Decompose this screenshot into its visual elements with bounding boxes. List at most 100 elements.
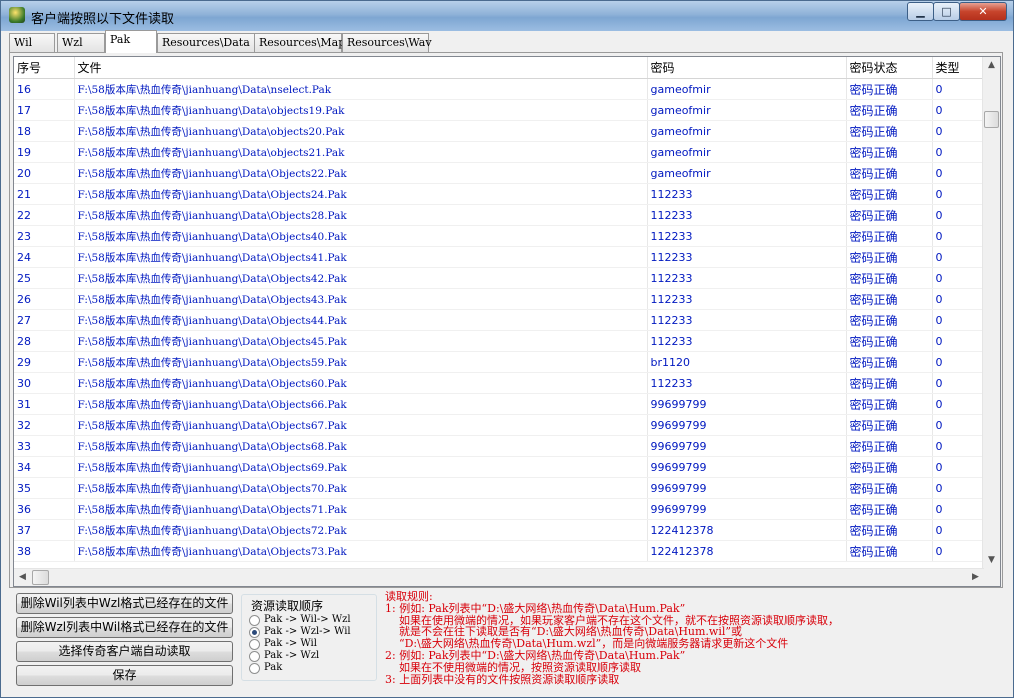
table-row[interactable]: 18 F:\58版本库\热血传奇\jianhuang\Data\objects20…: [14, 120, 985, 142]
cell-type: 0: [932, 267, 985, 289]
table-row[interactable]: 19 F:\58版本库\热血传奇\jianhuang\Data\objects21…: [14, 141, 985, 163]
scroll-right-icon[interactable]: ▶: [967, 569, 984, 586]
cell-file: F:\58版本库\热血传奇\jianhuang\Data\Objects70.P…: [74, 477, 648, 499]
cell-password: 112233: [647, 204, 847, 226]
cell-password: 112233: [647, 183, 847, 205]
cell-file: F:\58版本库\热血传奇\jianhuang\Data\Objects40.P…: [74, 225, 648, 247]
column-header-index[interactable]: 序号: [14, 57, 75, 79]
cell-password: 112233: [647, 288, 847, 310]
cell-index: 35: [14, 477, 75, 499]
table-row[interactable]: 24 F:\58版本库\热血传奇\jianhuang\Data\Objects41…: [14, 246, 985, 268]
cell-file: F:\58版本库\热血传奇\jianhuang\Data\Objects22.P…: [74, 162, 648, 184]
table-row[interactable]: 32 F:\58版本库\热血传奇\jianhuang\Data\Objects67…: [14, 414, 985, 436]
horizontal-scrollbar[interactable]: ◀ ▶: [14, 568, 984, 586]
table-header-row: 序号 文件 密码 密码状态 类型: [14, 57, 985, 79]
cell-file: F:\58版本库\热血传奇\jianhuang\Data\Objects67.P…: [74, 414, 648, 436]
cell-index: 24: [14, 246, 75, 268]
cell-type: 0: [932, 183, 985, 205]
cell-type: 0: [932, 456, 985, 478]
cell-index: 18: [14, 120, 75, 142]
radio-checked-icon[interactable]: [249, 627, 260, 638]
cell-type: 0: [932, 330, 985, 352]
cell-index: 30: [14, 372, 75, 394]
cell-file: F:\58版本库\热血传奇\jianhuang\Data\Objects24.P…: [74, 183, 648, 205]
table-row[interactable]: 29 F:\58版本库\热血传奇\jianhuang\Data\Objects59…: [14, 351, 985, 373]
radio-unchecked-icon[interactable]: [249, 663, 260, 674]
window-title: 客户端按照以下文件读取: [31, 12, 175, 27]
radio-unchecked-icon[interactable]: [249, 651, 260, 662]
cell-password-status: 密码正确: [846, 309, 933, 331]
cell-file: F:\58版本库\热血传奇\jianhuang\Data\Objects72.P…: [74, 519, 648, 541]
table-row[interactable]: 20 F:\58版本库\热血传奇\jianhuang\Data\Objects22…: [14, 162, 985, 184]
column-header-file[interactable]: 文件: [74, 57, 648, 79]
column-header-type[interactable]: 类型: [932, 57, 985, 79]
radio-unchecked-icon[interactable]: [249, 639, 260, 650]
title-bar[interactable]: 客户端按照以下文件读取 ▁ □ ✕: [1, 1, 1013, 31]
table-row[interactable]: 26 F:\58版本库\热血传奇\jianhuang\Data\Objects43…: [14, 288, 985, 310]
scroll-left-icon[interactable]: ◀: [14, 569, 31, 586]
cell-index: 21: [14, 183, 75, 205]
cell-index: 29: [14, 351, 75, 373]
radio-unchecked-icon[interactable]: [249, 615, 260, 626]
cell-type: 0: [932, 225, 985, 247]
cell-password-status: 密码正确: [846, 225, 933, 247]
cell-password: gameofmir: [647, 78, 847, 100]
cell-type: 0: [932, 162, 985, 184]
table-row[interactable]: 30 F:\58版本库\热血传奇\jianhuang\Data\Objects60…: [14, 372, 985, 394]
tab-resources-map[interactable]: Resources\Map: [254, 33, 345, 52]
auto-read-client-button[interactable]: 选择传奇客户端自动读取: [16, 641, 233, 662]
table-row[interactable]: 28 F:\58版本库\热血传奇\jianhuang\Data\Objects45…: [14, 330, 985, 352]
rule-line: 1: 例如: Pak列表中“D:\盛大网络\热血传奇\Data\Hum.Pak”: [385, 601, 686, 615]
cell-password-status: 密码正确: [846, 267, 933, 289]
pak-file-list[interactable]: 序号 文件 密码 密码状态 类型 16 F:\58版本库\热血传奇\jianhua…: [13, 56, 1001, 587]
table-row[interactable]: 27 F:\58版本库\热血传奇\jianhuang\Data\Objects44…: [14, 309, 985, 331]
cell-password-status: 密码正确: [846, 456, 933, 478]
tab-wil[interactable]: Wil: [9, 33, 55, 52]
table-row[interactable]: 38 F:\58版本库\热血传奇\jianhuang\Data\Objects73…: [14, 540, 985, 562]
table-row[interactable]: 37 F:\58版本库\热血传奇\jianhuang\Data\Objects72…: [14, 519, 985, 541]
cell-password: 112233: [647, 246, 847, 268]
close-button[interactable]: ✕: [959, 2, 1007, 21]
table-row[interactable]: 31 F:\58版本库\热血传奇\jianhuang\Data\Objects66…: [14, 393, 985, 415]
tab-wzl[interactable]: Wzl: [57, 33, 105, 52]
cell-password-status: 密码正确: [846, 141, 933, 163]
table-row[interactable]: 16 F:\58版本库\热血传奇\jianhuang\Data\nselect.P…: [14, 78, 985, 100]
cell-file: F:\58版本库\热血传奇\jianhuang\Data\Objects66.P…: [74, 393, 648, 415]
cell-file: F:\58版本库\热血传奇\jianhuang\Data\Objects60.P…: [74, 372, 648, 394]
save-button[interactable]: 保存: [16, 665, 233, 686]
cell-password-status: 密码正确: [846, 351, 933, 373]
tab-pak[interactable]: Pak: [105, 30, 157, 53]
cell-file: F:\58版本库\热血传奇\jianhuang\Data\Objects42.P…: [74, 267, 648, 289]
table-row[interactable]: 22 F:\58版本库\热血传奇\jianhuang\Data\Objects28…: [14, 204, 985, 226]
table-row[interactable]: 21 F:\58版本库\热血传奇\jianhuang\Data\Objects24…: [14, 183, 985, 205]
radio-label: Pak -> Wzl: [264, 650, 320, 661]
vertical-scroll-thumb[interactable]: [984, 111, 999, 128]
scroll-down-icon[interactable]: ▼: [983, 552, 1000, 569]
cell-file: F:\58版本库\热血传奇\jianhuang\Data\Objects45.P…: [74, 330, 648, 352]
column-header-password-status[interactable]: 密码状态: [846, 57, 933, 79]
tab-resources-data[interactable]: Resources\Data: [157, 33, 255, 52]
table-row[interactable]: 36 F:\58版本库\热血传奇\jianhuang\Data\Objects71…: [14, 498, 985, 520]
minimize-button[interactable]: ▁: [907, 2, 934, 21]
vertical-scrollbar[interactable]: ▲ ▼: [982, 57, 1000, 569]
tab-resources-wav[interactable]: Resources\Wav: [342, 33, 432, 52]
radio-label: Pak -> Wzl-> Wil: [264, 626, 351, 637]
delete-wzl-dup-in-wil-button[interactable]: 删除Wil列表中Wzl格式已经存在的文件: [16, 593, 233, 614]
cell-password: 122412378: [647, 519, 847, 541]
table-row[interactable]: 33 F:\58版本库\热血传奇\jianhuang\Data\Objects68…: [14, 435, 985, 457]
scroll-up-icon[interactable]: ▲: [983, 57, 1000, 74]
horizontal-scroll-thumb[interactable]: [32, 570, 49, 585]
cell-password-status: 密码正确: [846, 435, 933, 457]
maximize-button[interactable]: □: [933, 2, 960, 21]
column-header-password[interactable]: 密码: [647, 57, 847, 79]
delete-wil-dup-in-wzl-button[interactable]: 删除Wzl列表中Wil格式已经存在的文件: [16, 617, 233, 638]
cell-index: 16: [14, 78, 75, 100]
cell-type: 0: [932, 498, 985, 520]
table-row[interactable]: 25 F:\58版本库\热血传奇\jianhuang\Data\Objects42…: [14, 267, 985, 289]
cell-type: 0: [932, 435, 985, 457]
table-row[interactable]: 35 F:\58版本库\热血传奇\jianhuang\Data\Objects70…: [14, 477, 985, 499]
table-row[interactable]: 34 F:\58版本库\热血传奇\jianhuang\Data\Objects69…: [14, 456, 985, 478]
table-row[interactable]: 17 F:\58版本库\热血传奇\jianhuang\Data\objects19…: [14, 99, 985, 121]
cell-index: 25: [14, 267, 75, 289]
table-row[interactable]: 23 F:\58版本库\热血传奇\jianhuang\Data\Objects40…: [14, 225, 985, 247]
